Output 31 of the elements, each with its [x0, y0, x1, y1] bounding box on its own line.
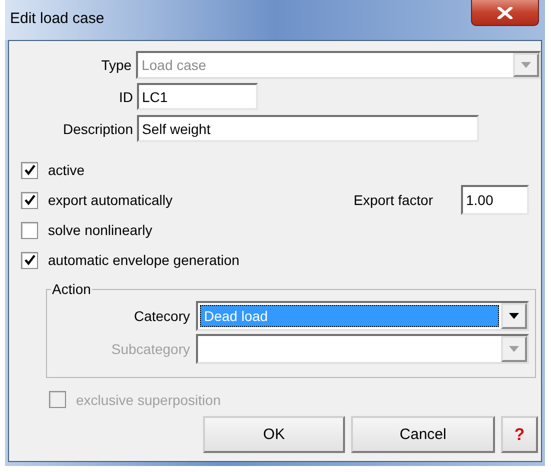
close-button[interactable] — [471, 0, 539, 26]
checkbox-label: exclusive superposition — [76, 392, 221, 408]
caret-icon — [509, 313, 519, 319]
help-button[interactable]: ? — [501, 416, 538, 453]
window-title: Edit load case — [10, 10, 104, 27]
dropdown-value: Load case — [140, 56, 208, 74]
field-label: Type — [100, 56, 133, 72]
dropdown-arrow-button[interactable] — [501, 303, 527, 329]
caret-icon — [509, 346, 519, 352]
checkbox-label: active — [48, 162, 85, 178]
dropdown-value: Dead load — [200, 305, 499, 327]
field-label: Catecory — [132, 308, 191, 324]
checkbox[interactable] — [21, 222, 38, 238]
export-factor-field[interactable]: 1.00 — [461, 185, 529, 215]
checkbox[interactable] — [21, 162, 38, 178]
id-field[interactable]: LC1 — [137, 83, 258, 110]
field-label: Description — [62, 120, 134, 136]
checkbox-label: export automatically — [48, 192, 173, 208]
close-icon — [497, 6, 513, 18]
field-label: Subcategory — [110, 341, 191, 357]
checkbox-label: automatic envelope generation — [48, 252, 240, 268]
caret-icon — [521, 62, 531, 68]
description-field[interactable]: Self weight — [137, 115, 479, 142]
checkbox-label: solve nonlinearly — [48, 222, 152, 238]
field-label: ID — [118, 88, 134, 104]
checkbox[interactable] — [21, 252, 38, 268]
field-label: Export factor — [354, 192, 433, 208]
group-title: Action — [51, 281, 92, 297]
checkbox[interactable] — [21, 192, 38, 208]
dialog-button[interactable]: OK — [203, 416, 345, 453]
dialog-button[interactable]: Cancel — [351, 416, 495, 453]
